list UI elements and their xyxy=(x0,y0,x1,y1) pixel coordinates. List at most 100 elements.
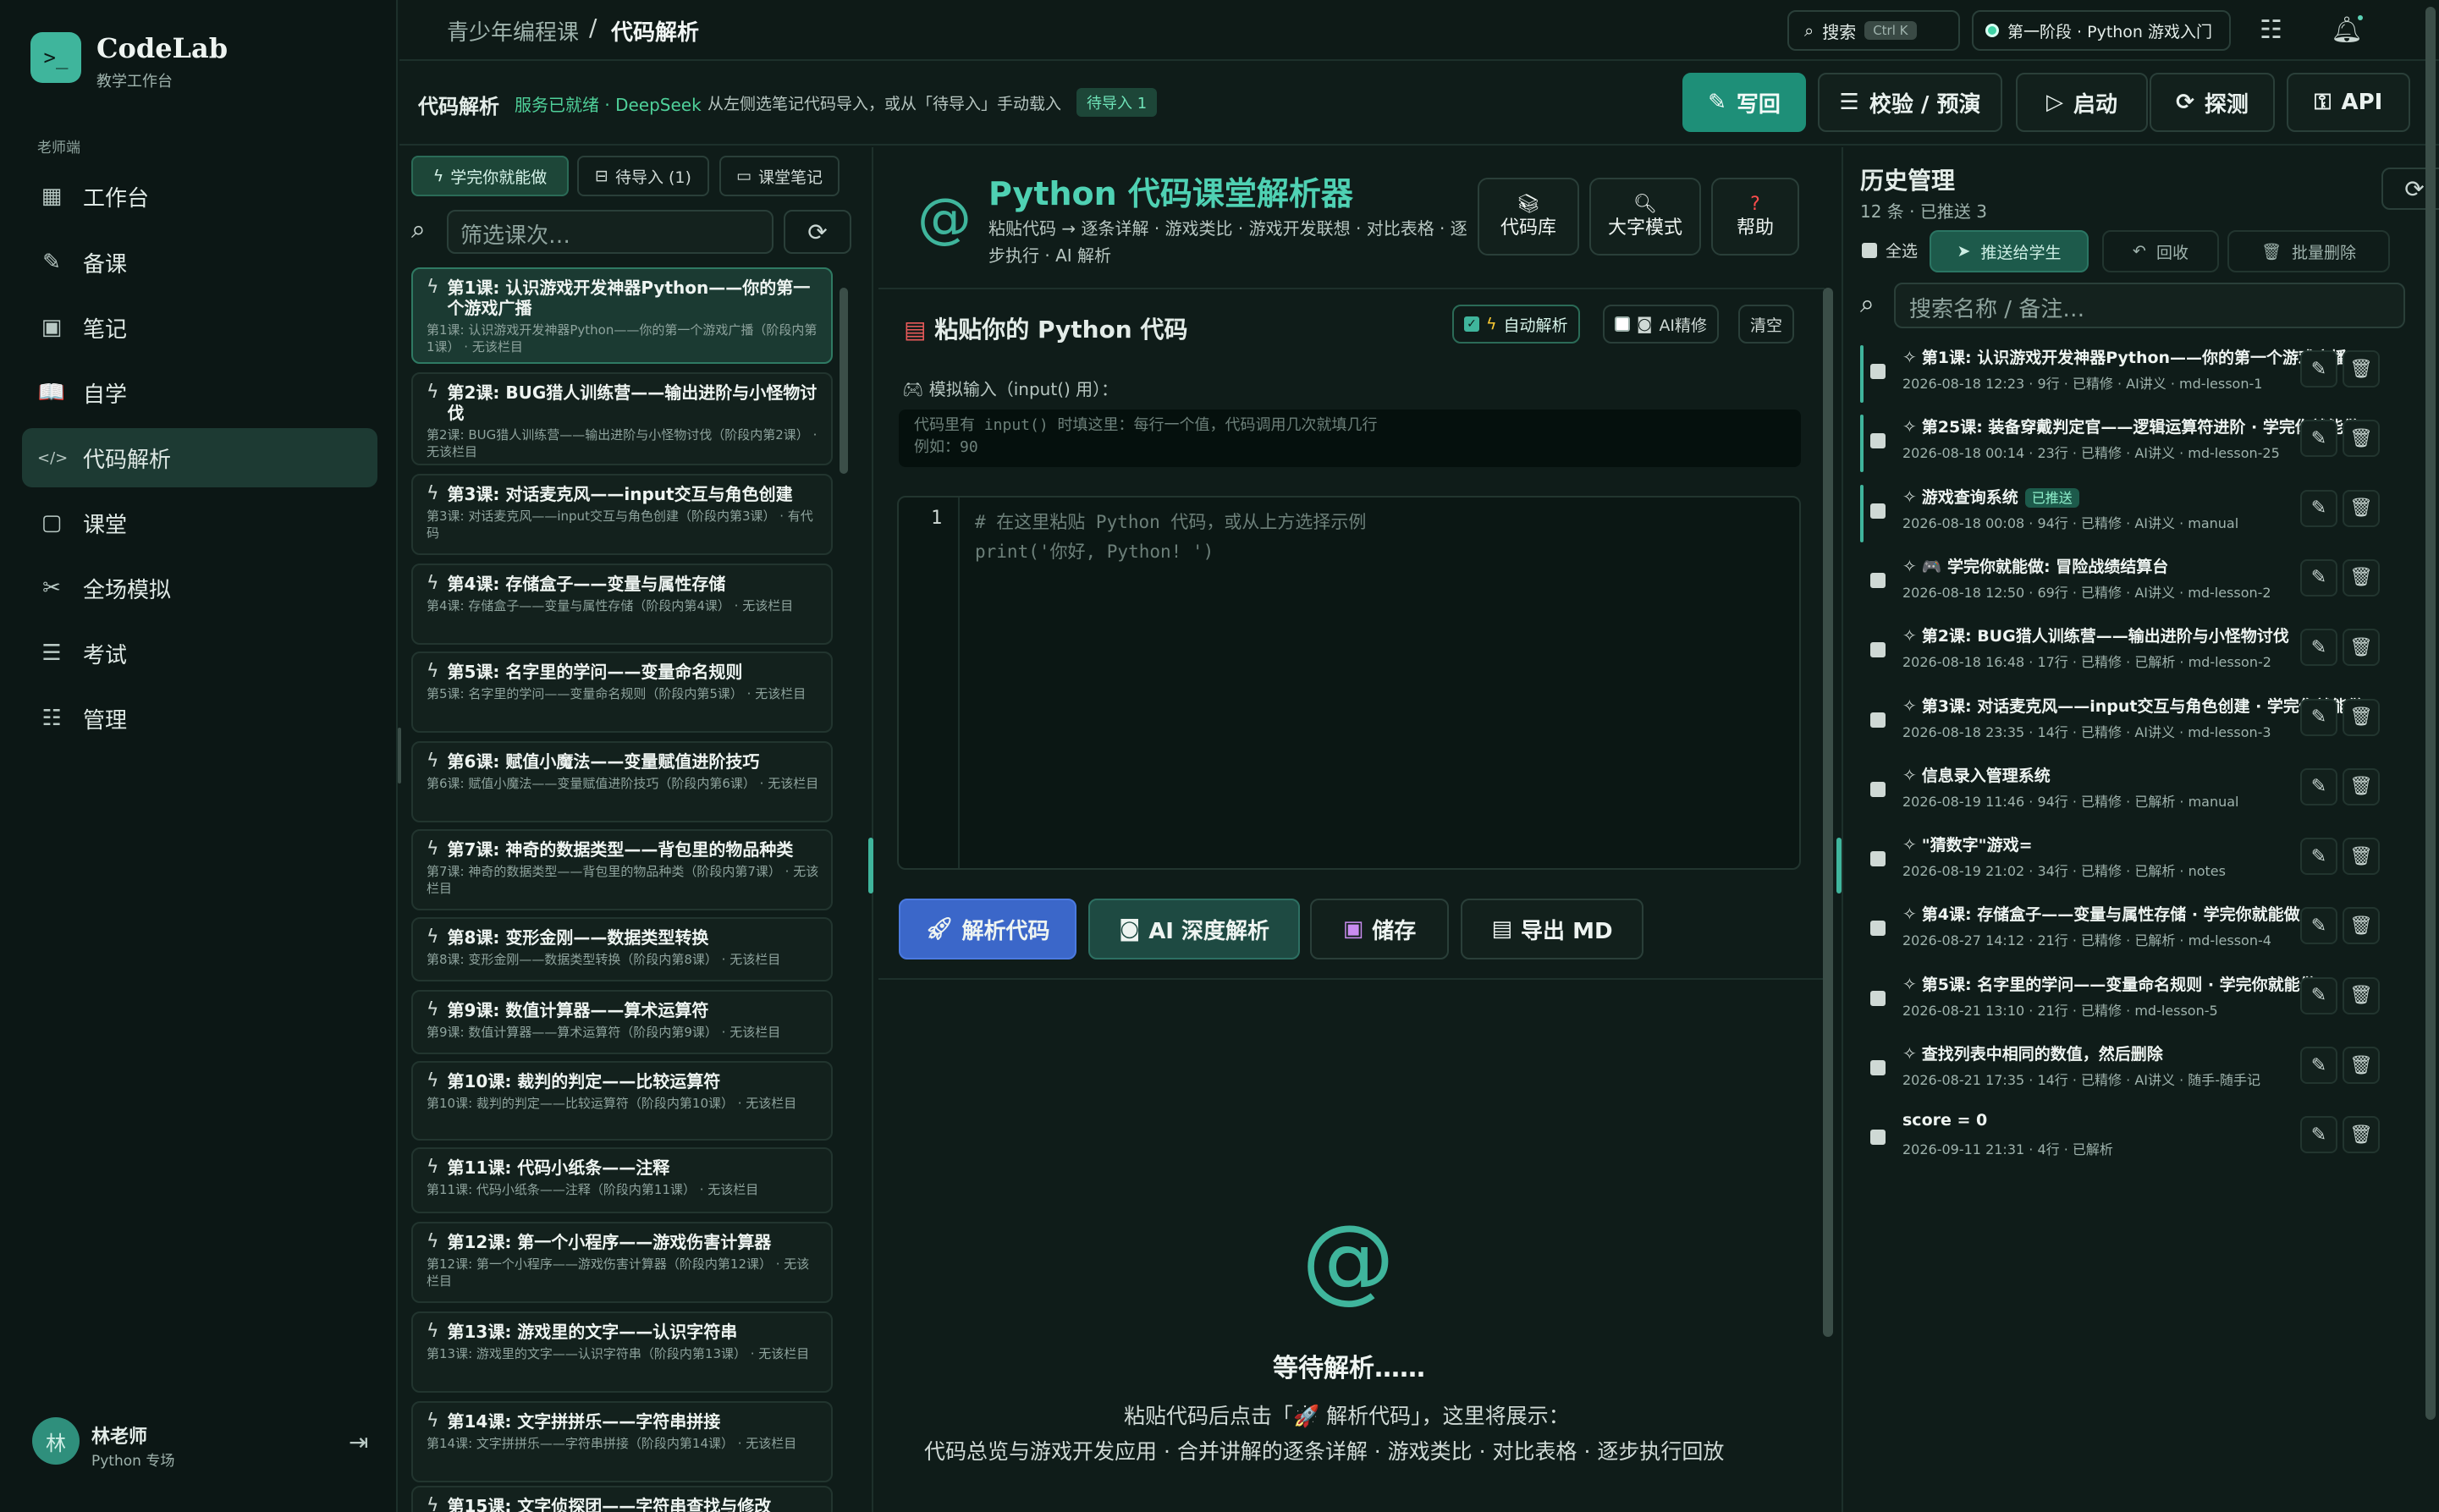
edit-icon[interactable]: ✎ xyxy=(2300,838,2337,876)
big-font-button[interactable]: 🔍︎ 大字模式 xyxy=(1589,178,1701,256)
sidebar-item-4[interactable]: </> 代码解析 xyxy=(22,428,377,487)
help-button[interactable]: ? 帮助 xyxy=(1711,178,1799,256)
sidebar-item-1[interactable]: ✎ 备课 xyxy=(22,233,377,292)
settings-icon[interactable]: ☷ xyxy=(2260,15,2282,45)
ai-deep-button[interactable]: ◙ AI 深度解析 xyxy=(1088,899,1300,959)
tab-pending[interactable]: ⊟ 待导入 (1) xyxy=(577,156,709,196)
lesson-card[interactable]: ϟ 第6课: 赋值小魔法——变量赋值进阶技巧 第6课: 赋值小魔法——变量赋值进阶技… xyxy=(411,741,833,822)
history-row[interactable]: ✧ 查找列表中相同的数值，然后删除 2026-08-21 17:35 · 14行 ·… xyxy=(1860,1038,2427,1102)
edit-icon[interactable]: ✎ xyxy=(2300,767,2337,805)
logout-icon[interactable]: ⇥ xyxy=(349,1428,368,1456)
trash-icon[interactable]: 🗑︎ xyxy=(2343,558,2380,597)
tab-notes[interactable]: ▭ 课堂笔记 xyxy=(719,156,840,196)
global-search-button[interactable]: ⌕ 搜索 Ctrl K xyxy=(1787,10,1960,51)
history-search-input[interactable]: 搜索名称 / 备注… xyxy=(1894,283,2405,328)
history-row[interactable]: ✧ 第1课: 认识游戏开发神器Python——你的第一个游戏广播 2026-08-1… xyxy=(1860,342,2427,406)
history-row[interactable]: ✧ 信息录入管理系统 2026-08-19 11:46 · 94行 · 已精修 · … xyxy=(1860,760,2427,824)
sidebar-item-7[interactable]: ☰ 考试 xyxy=(22,624,377,683)
trash-icon[interactable]: 🗑︎ xyxy=(2343,629,2380,667)
sidebar-item-6[interactable]: ✂ 全场模拟 xyxy=(22,558,377,618)
select-all-checkbox[interactable] xyxy=(1862,242,1877,258)
lesson-card[interactable]: ϟ 第9课: 数值计算器——算术运算符 第9课: 数值计算器——算术运算符（阶段内第… xyxy=(411,990,833,1054)
edit-icon[interactable]: ✎ xyxy=(2300,1047,2337,1084)
analyze-button[interactable]: 🚀︎ 解析代码 xyxy=(899,899,1076,959)
trash-icon[interactable]: 🗑︎ xyxy=(2343,767,2380,805)
ai-refine-toggle[interactable]: ◙ AI精修 xyxy=(1603,305,1720,344)
recall-button[interactable]: ↶ 回收 xyxy=(2102,230,2219,272)
history-row[interactable]: ✧ 🎮 学完你就能做: 冒险战绩结算台 2026-08-18 12:50 · 69行… xyxy=(1860,551,2427,615)
edit-icon[interactable]: ✎ xyxy=(2300,907,2337,945)
history-row[interactable]: ✧ 游戏查询系统 已推送 2026-08-18 00:08 · 94行 · 已精修 ·… xyxy=(1860,481,2427,546)
trash-icon[interactable]: 🗑︎ xyxy=(2343,1116,2380,1154)
edit-icon[interactable]: ✎ xyxy=(2300,1116,2337,1154)
lesson-card[interactable]: ϟ 第15课: 文字侦探团——字符串查找与修改 xyxy=(411,1486,833,1512)
lesson-card[interactable]: ϟ 第12课: 第一个小程序——游戏伤害计算器 第12课: 第一个小程序——游戏伤害… xyxy=(411,1222,833,1303)
edit-icon[interactable]: ✎ xyxy=(2300,976,2337,1014)
save-button[interactable]: ▣ 储存 xyxy=(1310,899,1449,959)
row-checkbox[interactable] xyxy=(1870,1060,1886,1075)
trash-icon[interactable]: 🗑︎ xyxy=(2343,420,2380,458)
lesson-card[interactable]: ϟ 第8课: 变形金刚——数据类型转换 第8课: 变形金刚——数据类型转换（阶段内第… xyxy=(411,917,833,981)
lesson-card[interactable]: ϟ 第7课: 神奇的数据类型——背包里的物品种类 第7课: 神奇的数据类型——背包里… xyxy=(411,829,833,910)
history-row[interactable]: ✧ 第5课: 名字里的学问——变量命名规则 · 学完你就能做 2026-08-21 … xyxy=(1860,969,2427,1033)
history-row[interactable]: ✧ 第4课: 存储盒子——变量与属性存储 · 学完你就能做 2026-08-27 1… xyxy=(1860,899,2427,963)
lesson-card[interactable]: ϟ 第4课: 存储盒子——变量与属性存储 第4课: 存储盒子——变量与属性存储（阶段… xyxy=(411,564,833,645)
row-checkbox[interactable] xyxy=(1870,990,1886,1006)
edit-icon[interactable]: ✎ xyxy=(2300,420,2337,458)
row-checkbox[interactable] xyxy=(1870,1130,1886,1146)
bulk-delete-button[interactable]: 🗑︎ 批量删除 xyxy=(2227,230,2390,272)
lesson-card[interactable]: ϟ 第3课: 对话麦克风——input交互与角色创建 第3课: 对话麦克风——inp… xyxy=(411,474,833,555)
trash-icon[interactable]: 🗑︎ xyxy=(2343,976,2380,1014)
verify-button[interactable]: ☰ 校验 / 预演 xyxy=(1818,73,2002,132)
trash-icon[interactable]: 🗑︎ xyxy=(2343,350,2380,388)
sidebar-item-5[interactable]: ▢ 课堂 xyxy=(22,493,377,553)
tab-done[interactable]: ϟ 学完你就能做 xyxy=(411,156,569,196)
row-checkbox[interactable] xyxy=(1870,572,1886,588)
refresh-lessons-button[interactable]: ⟳ xyxy=(784,210,851,254)
lesson-card[interactable]: ϟ 第13课: 游戏里的文字——认识字符串 第13课: 游戏里的文字——认识字符串（… xyxy=(411,1311,833,1393)
stage-selector[interactable]: 第一阶段 · Python 游戏入门 xyxy=(1972,10,2231,51)
row-checkbox[interactable] xyxy=(1870,433,1886,449)
edit-icon[interactable]: ✎ xyxy=(2300,629,2337,667)
trash-icon[interactable]: 🗑︎ xyxy=(2343,838,2380,876)
history-row[interactable]: ✧ 第2课: BUG猎人训练营——输出进阶与小怪物讨伐 2026-08-18 16:… xyxy=(1860,620,2427,685)
push-to-students-button[interactable]: ➤ 推送给学生 xyxy=(1930,230,2089,272)
row-checkbox[interactable] xyxy=(1870,921,1886,937)
center-scrollbar[interactable] xyxy=(1823,288,1833,1337)
lesson-card[interactable]: ϟ 第14课: 文字拼拼乐——字符串拼接 第14课: 文字拼拼乐——字符串拼接（阶段… xyxy=(411,1401,833,1482)
edit-icon[interactable]: ✎ xyxy=(2300,558,2337,597)
lesson-card[interactable]: ϟ 第5课: 名字里的学问——变量命名规则 第5课: 名字里的学问——变量命名规则（… xyxy=(411,652,833,733)
breadcrumb-parent[interactable]: 青少年编程课 xyxy=(447,15,579,47)
auto-parse-checkbox[interactable]: ✓ xyxy=(1464,316,1479,332)
clear-button[interactable]: 清空 xyxy=(1738,305,1795,344)
pending-badge[interactable]: 待导入 1 xyxy=(1076,88,1158,117)
history-row[interactable]: ✧ 第3课: 对话麦克风——input交互与角色创建 · 学完你就能做 2026-0… xyxy=(1860,690,2427,755)
probe-button[interactable]: ⟳ 探测 xyxy=(2150,73,2275,132)
select-all[interactable]: 全选 xyxy=(1862,239,1918,261)
lesson-card[interactable]: ϟ 第11课: 代码小纸条——注释 第11课: 代码小纸条——注释（阶段内第11课）… xyxy=(411,1147,833,1213)
lesson-filter-input[interactable]: 筛选课次… xyxy=(447,210,774,254)
row-checkbox[interactable] xyxy=(1870,781,1886,797)
sidebar-item-0[interactable]: ▦ 工作台 xyxy=(22,167,377,226)
lesson-card[interactable]: ϟ 第2课: BUG猎人训练营——输出进阶与小怪物讨伐 第2课: BUG猎人训练营—… xyxy=(411,372,833,465)
row-checkbox[interactable] xyxy=(1870,851,1886,867)
export-md-button[interactable]: ▤ 导出 MD xyxy=(1461,899,1643,959)
trash-icon[interactable]: 🗑︎ xyxy=(2343,698,2380,736)
lesson-card[interactable]: ϟ 第10课: 裁判的判定——比较运算符 第10课: 裁判的判定——比较运算符（阶段… xyxy=(411,1061,833,1141)
history-row[interactable]: ✧ 第25课: 装备穿戴判定官——逻辑运算符进阶 · 学完你就能做 2026-08-… xyxy=(1860,411,2427,476)
ai-refine-checkbox[interactable] xyxy=(1615,316,1630,332)
sidebar-item-2[interactable]: ▣ 笔记 xyxy=(22,298,377,357)
edit-icon[interactable]: ✎ xyxy=(2300,489,2337,527)
write-back-button[interactable]: ✎ 写回 xyxy=(1682,73,1806,132)
sidebar-item-3[interactable]: 📖 自学 xyxy=(22,363,377,422)
auto-parse-toggle[interactable]: ✓ ϟ 自动解析 xyxy=(1452,305,1580,344)
row-checkbox[interactable] xyxy=(1870,642,1886,658)
api-button[interactable]: ⚿ API xyxy=(2287,73,2410,132)
edit-icon[interactable]: ✎ xyxy=(2300,350,2337,388)
sidebar-resize-handle[interactable] xyxy=(398,728,401,783)
launch-button[interactable]: ▷ 启动 xyxy=(2016,73,2148,132)
edit-icon[interactable]: ✎ xyxy=(2300,698,2337,736)
lesson-card[interactable]: ϟ 第1课: 认识游戏开发神器Python——你的第一个游戏广播 第1课: 认识游戏… xyxy=(411,267,833,364)
row-checkbox[interactable] xyxy=(1870,364,1886,379)
left-splitter-handle[interactable] xyxy=(868,838,873,893)
